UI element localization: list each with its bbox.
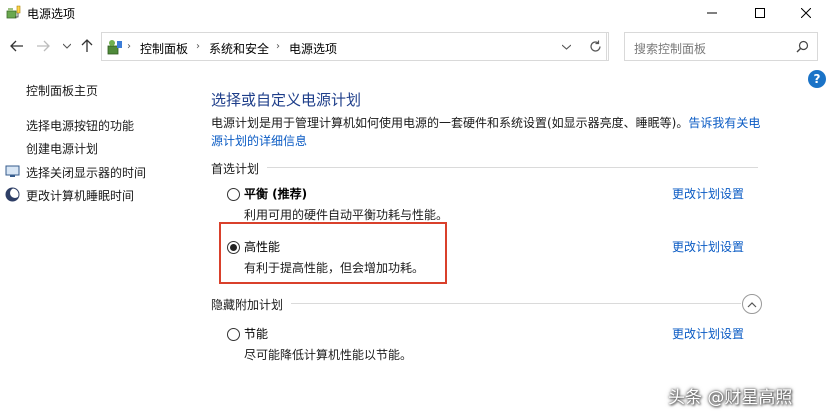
breadcrumb-system-security[interactable]: 系统和安全 — [209, 40, 269, 57]
up-arrow-icon — [81, 39, 93, 52]
sidebar-item-power-buttons[interactable]: 选择电源按钮的功能 — [26, 117, 134, 134]
plan-radio-balanced[interactable] — [227, 188, 240, 201]
title-bar: 电源选项 — [0, 0, 827, 26]
breadcrumb-power-options[interactable]: 电源选项 — [289, 40, 337, 57]
breadcrumb-control-panel[interactable]: 控制面板 — [140, 40, 188, 57]
address-bar[interactable]: › 控制面板 › 系统和安全 › 电源选项 — [101, 32, 607, 61]
chevron-up-icon — [747, 301, 757, 307]
up-button[interactable] — [78, 37, 96, 55]
plan-radio-power-saver[interactable] — [227, 328, 240, 341]
refresh-button[interactable] — [583, 32, 609, 61]
recent-locations-button[interactable] — [58, 37, 76, 55]
sidebar-home-link[interactable]: 控制面板主页 — [26, 82, 98, 99]
watermark: 头条 @财星高照 — [668, 388, 793, 408]
address-history-button[interactable] — [552, 33, 580, 60]
plan-desc-balanced: 利用可用的硬件自动平衡功耗与性能。 — [244, 208, 449, 222]
close-icon — [801, 8, 811, 18]
hidden-plans-label: 隐藏附加计划 — [211, 296, 292, 313]
breadcrumb-separator: › — [196, 41, 200, 52]
back-button[interactable] — [8, 37, 26, 55]
chevron-down-icon — [63, 43, 71, 49]
change-plan-settings-high-performance[interactable]: 更改计划设置 — [672, 238, 744, 255]
sidebar-item-create-plan[interactable]: 创建电源计划 — [26, 140, 98, 157]
window-title: 电源选项 — [27, 7, 76, 21]
forward-button[interactable] — [34, 37, 52, 55]
breadcrumb-separator: › — [127, 41, 131, 52]
plan-desc-high-performance: 有利于提高性能，但会增加功耗。 — [244, 261, 425, 275]
preferred-plans-label: 首选计划 — [211, 160, 268, 177]
help-icon[interactable]: ? — [808, 70, 826, 88]
plan-radio-high-performance[interactable] — [227, 241, 240, 254]
page-title: 选择或自定义电源计划 — [211, 91, 362, 109]
maximize-icon — [755, 8, 765, 18]
search-input[interactable]: 搜索控制面板 — [624, 32, 818, 61]
monitor-icon — [5, 165, 20, 177]
page-description: 电源计划是用于管理计算机如何使用电源的一套硬件和系统设置(如显示器亮度、睡眠等)… — [211, 114, 771, 150]
minimize-button[interactable] — [689, 0, 735, 26]
description-text: 电源计划是用于管理计算机如何使用电源的一套硬件和系统设置(如显示器亮度、睡眠等)… — [211, 116, 689, 130]
forward-arrow-icon — [37, 40, 50, 52]
plan-name-high-performance[interactable]: 高性能 — [244, 238, 280, 255]
plan-name-balanced[interactable]: 平衡 (推荐) — [244, 185, 307, 202]
collapse-button[interactable] — [742, 294, 762, 314]
sidebar-item-sleep-time[interactable]: 更改计算机睡眠时间 — [26, 187, 134, 204]
power-options-icon — [6, 5, 21, 19]
close-button[interactable] — [783, 0, 827, 26]
navigation-bar: › 控制面板 › 系统和安全 › 电源选项 搜索控制面板 — [0, 30, 827, 62]
back-arrow-icon — [10, 40, 23, 52]
plan-name-power-saver[interactable]: 节能 — [244, 325, 268, 342]
maximize-button[interactable] — [737, 0, 783, 26]
refresh-icon — [590, 40, 601, 52]
search-icon — [796, 40, 809, 53]
control-panel-icon — [107, 40, 122, 55]
search-placeholder: 搜索控制面板 — [634, 42, 707, 56]
section-divider — [211, 167, 758, 168]
moon-icon — [5, 187, 20, 202]
change-plan-settings-balanced[interactable]: 更改计划设置 — [672, 185, 744, 202]
plan-desc-power-saver: 尽可能降低计算机性能以节能。 — [244, 348, 413, 362]
minimize-icon — [707, 12, 717, 14]
change-plan-settings-power-saver[interactable]: 更改计划设置 — [672, 325, 744, 342]
chevron-down-icon — [562, 44, 571, 50]
sidebar-item-display-off[interactable]: 选择关闭显示器的时间 — [26, 164, 146, 181]
breadcrumb-separator: › — [276, 41, 280, 52]
